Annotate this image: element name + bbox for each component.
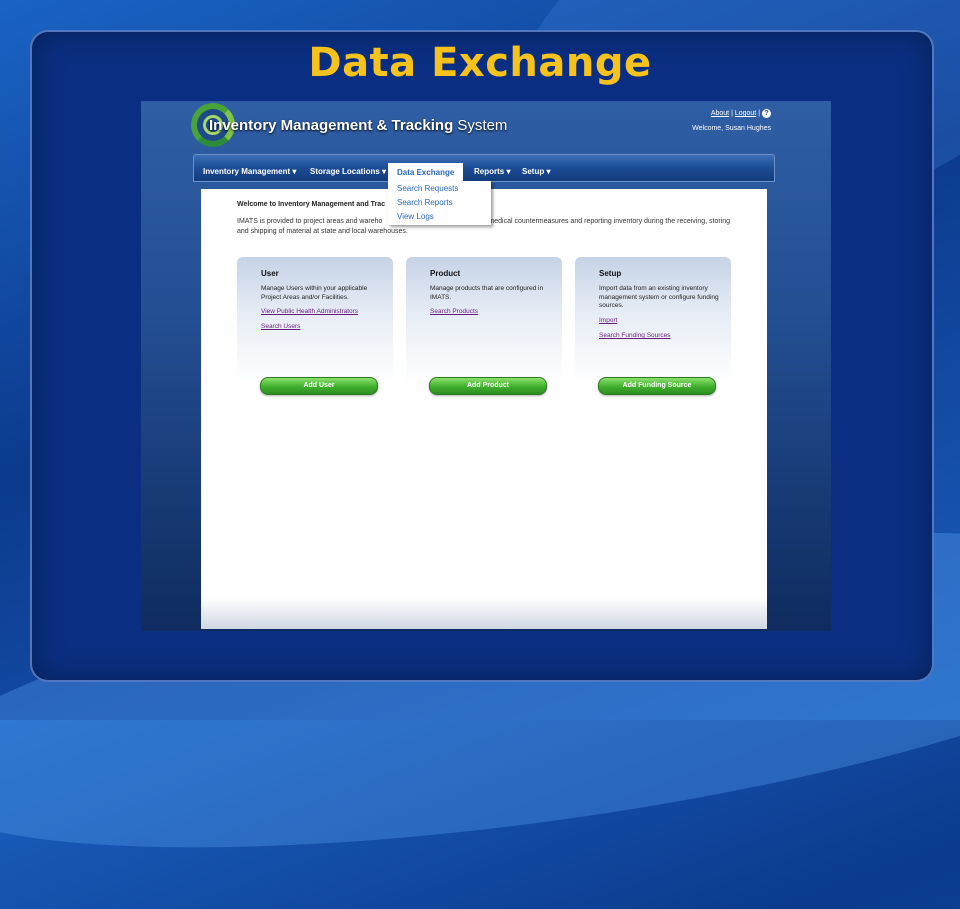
menu-search-reports[interactable]: Search Reports (397, 198, 453, 207)
add-funding-source-button[interactable]: Add Funding Source (598, 377, 716, 395)
slide-title: Data Exchange (308, 40, 652, 86)
help-icon[interactable]: ? (762, 109, 771, 118)
main-nav: Inventory Management ▾ Storage Locations… (193, 154, 775, 182)
intro-text: IMATS is provided to project areas and w… (237, 218, 731, 235)
data-exchange-dropdown: Search Requests Search Reports View Logs (388, 181, 491, 225)
system-name: Inventory Management & Tracking System (209, 117, 508, 134)
search-users-link[interactable]: Search Users (261, 323, 300, 330)
search-funding-sources-link[interactable]: Search Funding Sources (599, 332, 671, 339)
welcome-heading: Welcome to Inventory Management and Trac (237, 201, 386, 208)
product-card: Product Manage products that are configu… (406, 257, 562, 385)
app-screenshot: Inventory Management & Tracking System A… (141, 101, 831, 631)
view-public-health-administrators-link[interactable]: View Public Health Administrators (261, 308, 358, 315)
logout-link[interactable]: Logout (735, 110, 756, 117)
content-panel: Welcome to Inventory Management and Trac… (201, 189, 767, 629)
search-products-link[interactable]: Search Products (430, 308, 478, 315)
about-link[interactable]: About (711, 110, 729, 117)
card-title: User (261, 269, 279, 278)
add-user-button[interactable]: Add User (260, 377, 378, 395)
card-title: Product (430, 269, 461, 278)
menu-view-logs[interactable]: View Logs (397, 212, 434, 221)
card-title: Setup (599, 269, 622, 278)
user-card: User Manage Users within your applicable… (237, 257, 393, 385)
nav-inventory-management[interactable]: Inventory Management ▾ (203, 167, 296, 176)
nav-data-exchange[interactable]: Data Exchange (388, 163, 464, 182)
card-description: Manage products that are configured in I… (430, 285, 544, 301)
card-description: Manage Users within your applicable Proj… (261, 285, 368, 301)
nav-reports[interactable]: Reports ▾ (474, 167, 510, 176)
top-links: About | Logout | ? (711, 109, 771, 118)
card-description: Import data from an existing inventory m… (599, 285, 719, 309)
nav-storage-locations[interactable]: Storage Locations ▾ (310, 167, 386, 176)
add-product-button[interactable]: Add Product (429, 377, 547, 395)
setup-card: Setup Import data from an existing inven… (575, 257, 731, 385)
import-link[interactable]: Import (599, 317, 617, 324)
nav-setup[interactable]: Setup ▾ (522, 167, 550, 176)
menu-search-requests[interactable]: Search Requests (397, 184, 458, 193)
welcome-user: Welcome, Susan Hughes (692, 125, 771, 132)
